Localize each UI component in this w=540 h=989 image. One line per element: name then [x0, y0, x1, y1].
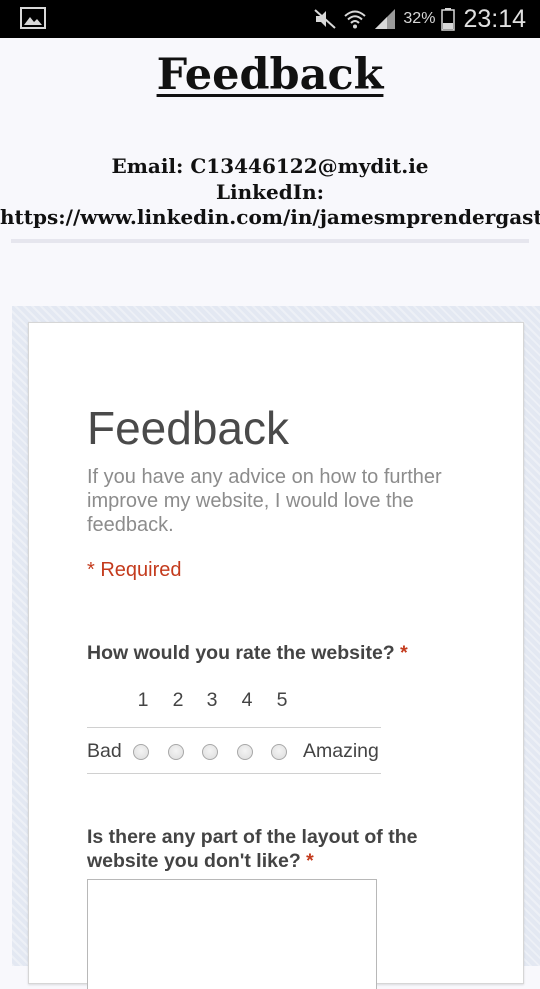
form-title: Feedback — [87, 402, 290, 454]
status-bar: 32% 23:14 — [0, 0, 540, 38]
question-layout-label: Is there any part of the layout of the w… — [87, 825, 447, 873]
scale-number: 4 — [241, 689, 253, 711]
gallery-icon — [20, 7, 46, 29]
form-card: Feedback If you have any advice on how t… — [28, 322, 524, 989]
email-line: Email: C13446122@mydit.ie — [111, 154, 429, 178]
scale-divider — [87, 773, 381, 774]
page: Feedback Email: C13446122@mydit.ie Linke… — [0, 38, 540, 989]
linkedin-link[interactable]: https://www.linkedin.com/in/jamesmprende… — [0, 205, 540, 231]
status-icons: 32% 23:14 — [313, 0, 526, 38]
question-text: How would you rate the website? — [87, 642, 395, 664]
required-star: * — [306, 850, 314, 872]
question-text: Is there any part of the layout of the w… — [87, 826, 418, 872]
required-star: * — [400, 642, 408, 664]
form-description: If you have any advice on how to further… — [87, 466, 442, 536]
rating-radio-4[interactable] — [237, 744, 253, 760]
divider — [11, 239, 529, 243]
scale-high-label: Amazing — [303, 740, 379, 762]
contact-info: Email: C13446122@mydit.ie LinkedIn: http… — [0, 154, 540, 231]
rating-radio-3[interactable] — [202, 744, 218, 760]
scale-low-label: Bad — [87, 740, 122, 762]
wifi-icon — [344, 10, 367, 29]
required-note: * Required — [87, 559, 182, 581]
scale-number: 3 — [206, 689, 218, 711]
scale-number: 1 — [137, 689, 149, 711]
rating-radio-2[interactable] — [168, 744, 184, 760]
battery-percent: 32% — [403, 10, 436, 27]
page-title: Feedback — [156, 50, 384, 100]
scale-number: 2 — [172, 689, 184, 711]
layout-feedback-textarea[interactable] — [87, 879, 377, 989]
scale-number: 5 — [276, 689, 288, 711]
mute-icon — [314, 9, 337, 29]
rating-radio-1[interactable] — [133, 744, 149, 760]
battery-icon — [441, 8, 456, 31]
linkedin-label: LinkedIn: — [215, 179, 325, 204]
clock: 23:14 — [463, 4, 526, 33]
rating-radio-5[interactable] — [271, 744, 287, 760]
question-rating-label: How would you rate the website? * — [87, 641, 408, 665]
scale-divider — [87, 727, 381, 728]
signal-icon — [375, 9, 396, 29]
